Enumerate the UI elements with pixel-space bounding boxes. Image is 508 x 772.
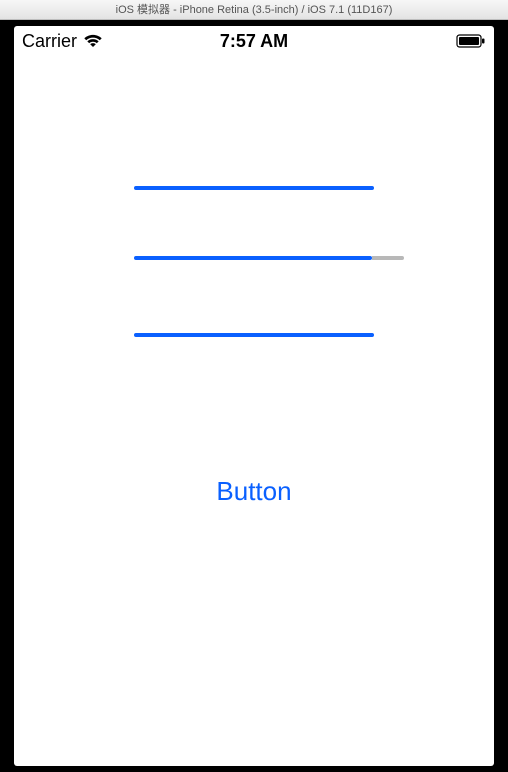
carrier-label: Carrier [22, 31, 77, 52]
button-label: Button [216, 476, 291, 506]
progress-track [372, 256, 404, 260]
progress-fill [134, 333, 374, 337]
progress-fill [134, 186, 374, 190]
battery-icon [456, 34, 486, 48]
window-titlebar: iOS 模拟器 - iPhone Retina (3.5-inch) / iOS… [0, 0, 508, 20]
progress-bar-3[interactable] [134, 333, 374, 337]
progress-bar-1[interactable] [134, 186, 374, 190]
content-view: Button [14, 56, 494, 766]
progress-fill [134, 256, 372, 260]
progress-bar-2[interactable] [134, 256, 404, 260]
device-screen: Carrier 7:57 AM [14, 26, 494, 766]
button[interactable]: Button [14, 476, 494, 507]
wifi-icon [83, 34, 103, 48]
status-bar: Carrier 7:57 AM [14, 26, 494, 56]
status-bar-right [456, 34, 486, 48]
window-title-text: iOS 模拟器 - iPhone Retina (3.5-inch) / iOS… [116, 4, 393, 16]
status-bar-left: Carrier [22, 31, 103, 52]
